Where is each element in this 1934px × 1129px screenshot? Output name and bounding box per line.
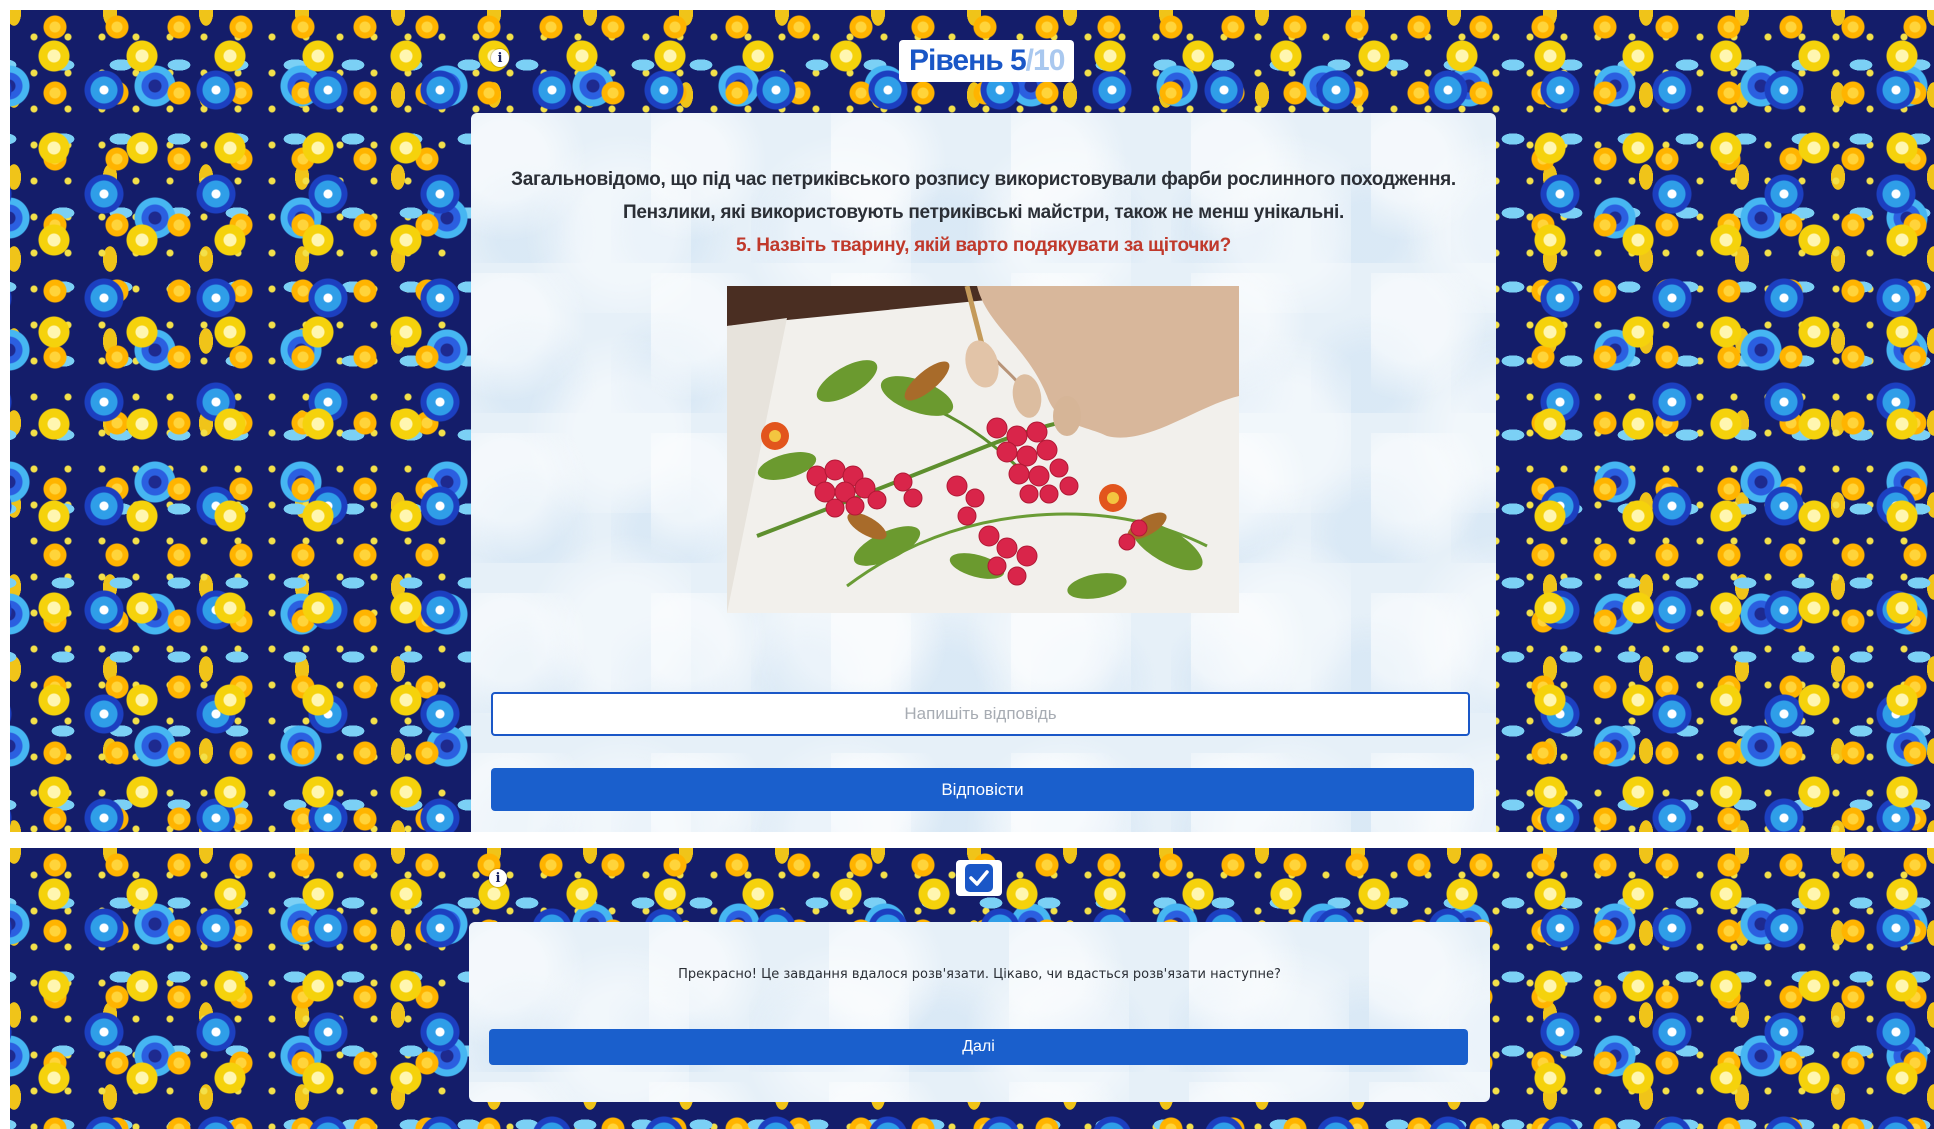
petrykivka-painting-photo xyxy=(727,286,1239,613)
question-card: Загальновідомо, що під час петриківськог… xyxy=(471,113,1496,832)
next-button[interactable]: Далі xyxy=(489,1029,1468,1065)
level-word: Рівень xyxy=(909,44,1004,77)
level-current: Рівень 5 xyxy=(909,44,1027,78)
question-text: Загальновідомо, що під час петриківськог… xyxy=(491,163,1476,262)
answer-button[interactable]: Відповісти xyxy=(491,768,1474,811)
question-line-1: Загальновідомо, що під час петриківськог… xyxy=(511,169,1456,190)
level-indicator: Рівень 5/10 xyxy=(899,40,1075,82)
result-card: Прекрасно! Це завдання вдалося розв'язат… xyxy=(469,922,1490,1102)
level-number: 5 xyxy=(1009,44,1027,77)
level-separator: / xyxy=(1025,44,1034,77)
checkmark-icon xyxy=(965,864,993,892)
success-badge xyxy=(956,860,1002,896)
question-prompt: 5. Назвіть тварину, якій варто подякуват… xyxy=(736,235,1231,256)
answer-input[interactable] xyxy=(491,692,1470,736)
question-line-2: Пензлики, які використовують петриківськ… xyxy=(623,202,1344,223)
result-message: Прекрасно! Це завдання вдалося розв'язат… xyxy=(678,967,1281,982)
info-icon[interactable]: i xyxy=(491,49,509,67)
info-icon[interactable]: i xyxy=(489,869,507,887)
level-total: 10 xyxy=(1033,44,1065,77)
